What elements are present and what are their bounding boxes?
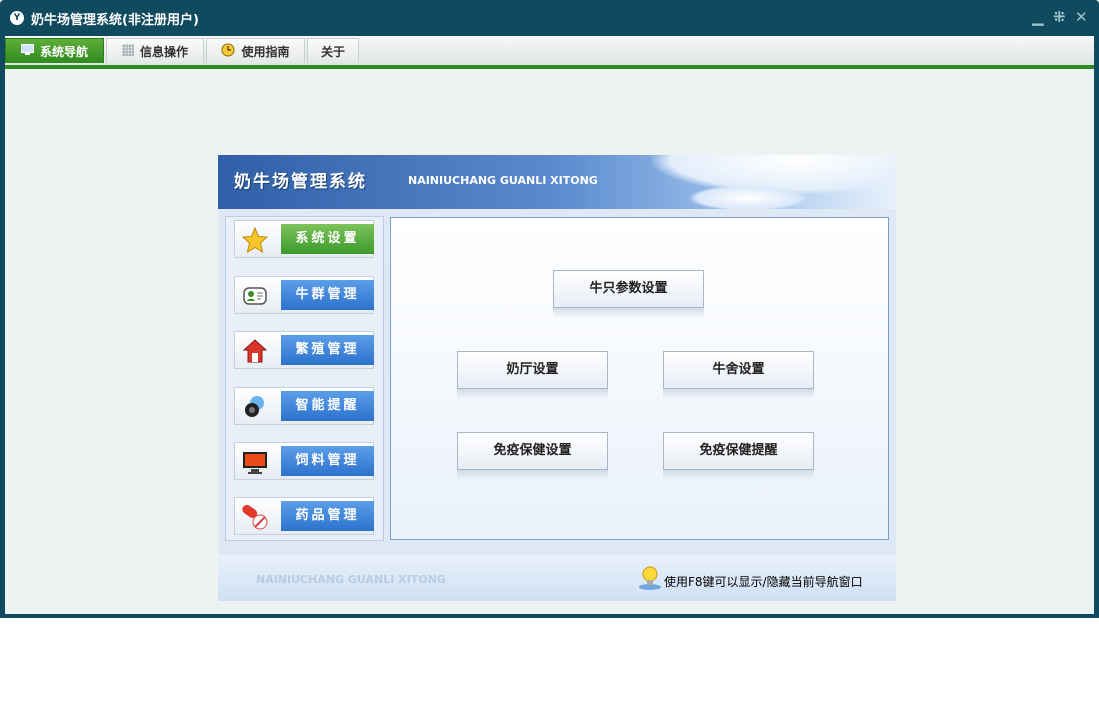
monitor-icon [20,44,34,58]
restore-icon[interactable]: ⁜ [1053,9,1066,25]
window-title: 奶牛场管理系统(非注册用户) [31,13,199,28]
immunization-reminder-button[interactable]: 免疫保健提醒 [663,432,814,470]
button-reflection [457,389,608,399]
milking-parlor-button[interactable]: 奶厅设置 [457,351,608,389]
nav-label: 饲料管理 [281,446,374,476]
left-nav: 系统设置 牛群管理 繁殖管理 智能提醒 饲料管理 药品管理 [225,216,384,541]
tab-label: 系统导航 [39,44,88,59]
grid-icon [121,43,134,59]
nav-label: 系统设置 [281,224,374,254]
banner: 奶牛场管理系统 NAINIUCHANG GUANLI XITONG [218,155,896,209]
app-logo-icon: Y [10,11,24,25]
footer-brand: NAINIUCHANG GUANLI XITONG [256,573,446,586]
tab-about[interactable]: 关于 [307,38,359,63]
app-window: Y 奶牛场管理系统(非注册用户) ▁ ⁜ ✕ 系统导航 信息操作 使用指南 关于… [0,0,1099,618]
button-reflection [663,389,814,399]
footer-tip: 使用F8键可以显示/隐藏当前导航窗口 [664,575,863,589]
nav-item-herd-management[interactable]: 牛群管理 [234,276,374,314]
nav-label: 智能提醒 [281,391,374,421]
nav-item-system-settings[interactable]: 系统设置 [234,220,374,258]
nav-item-breeding-management[interactable]: 繁殖管理 [234,331,374,369]
nav-item-smart-reminder[interactable]: 智能提醒 [234,387,374,425]
close-icon[interactable]: ✕ [1075,9,1088,25]
banner-title: 奶牛场管理系统 [234,172,367,192]
tab-info-operation[interactable]: 信息操作 [106,38,204,63]
tab-user-guide[interactable]: 使用指南 [206,38,305,63]
tab-underline [5,65,1094,69]
home-icon [241,337,269,365]
panel-footer: NAINIUCHANG GUANLI XITONG 使用F8键可以显示/隐藏当前… [218,555,896,601]
clock-icon [221,43,235,60]
nav-label: 牛群管理 [281,280,374,310]
tab-label: 使用指南 [241,44,290,59]
client-area: 系统导航 信息操作 使用指南 关于 奶牛场管理系统 NAINIUCHANG GU… [5,36,1094,614]
minimize-icon[interactable]: ▁ [1032,9,1044,25]
barn-settings-button[interactable]: 牛舍设置 [663,351,814,389]
immunization-settings-button[interactable]: 免疫保健设置 [457,432,608,470]
button-reflection [663,470,814,480]
pill-icon [241,503,269,531]
button-reflection [553,308,704,318]
banner-subtitle: NAINIUCHANG GUANLI XITONG [408,174,598,187]
nav-label: 药品管理 [281,501,374,531]
nav-item-feed-management[interactable]: 饲料管理 [234,442,374,480]
star-icon [241,226,269,254]
milk-drop-graphic [688,185,808,209]
lightbulb-icon [638,565,662,591]
tab-label: 关于 [320,44,345,59]
tab-system-navigation[interactable]: 系统导航 [5,38,104,63]
speaker-icon [241,393,269,421]
panel-body: 系统设置 牛群管理 繁殖管理 智能提醒 饲料管理 药品管理 牛只参数设置 奶厅设… [218,209,896,555]
title-bar[interactable]: Y 奶牛场管理系统(非注册用户) ▁ ⁜ ✕ [0,0,1099,36]
settings-content: 牛只参数设置 奶厅设置 牛舍设置 免疫保健设置 免疫保健提醒 [390,217,889,540]
nav-label: 繁殖管理 [281,335,374,365]
tab-bar: 系统导航 信息操作 使用指南 关于 [5,36,1094,69]
tab-label: 信息操作 [139,44,188,59]
cattle-params-button[interactable]: 牛只参数设置 [553,270,704,308]
nav-item-medicine-management[interactable]: 药品管理 [234,497,374,535]
contact-card-icon [241,282,269,310]
monitor-icon [241,448,269,476]
button-reflection [457,470,608,480]
navigation-panel: 奶牛场管理系统 NAINIUCHANG GUANLI XITONG 系统设置 牛… [218,155,896,601]
